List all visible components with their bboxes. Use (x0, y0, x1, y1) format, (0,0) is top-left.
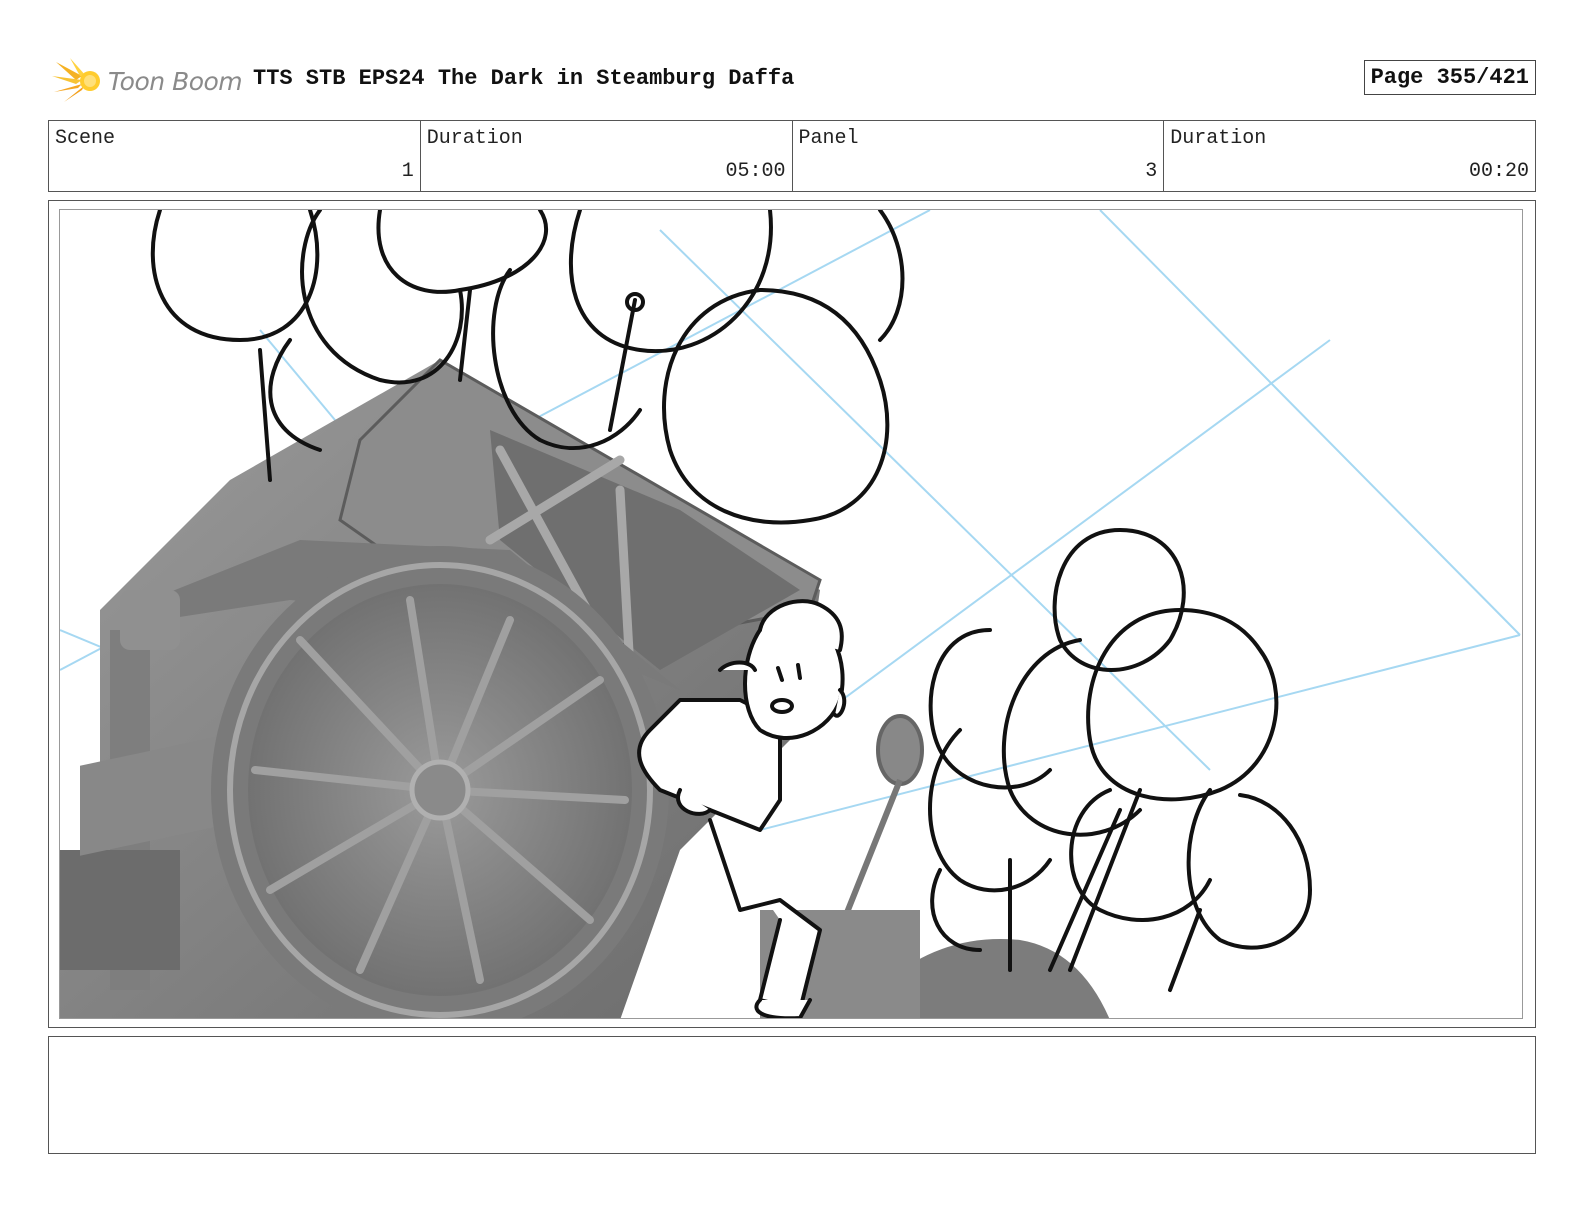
panel-notes-box (48, 1036, 1536, 1154)
scene-duration-value: 05:00 (725, 160, 786, 183)
scene-label: Scene (55, 127, 116, 150)
scene-duration-label: Duration (426, 127, 523, 150)
logo-text: Toon Boom (108, 66, 243, 96)
scene-value: 1 (401, 160, 414, 183)
scene-cell: Scene 1 (49, 121, 421, 191)
sunburst-logo-icon (52, 58, 100, 102)
page-header: Toon Boom TTS STB EPS24 The Dark in Stea… (48, 56, 1536, 106)
toon-boom-logo: Toon Boom (52, 56, 243, 106)
carriage-wheel (211, 546, 669, 1018)
carriage-model (60, 358, 1110, 1018)
storyboard-image (59, 209, 1523, 1019)
panel-info-row: Scene 1 Duration 05:00 Panel 3 Duration … (48, 120, 1536, 192)
page-number: Page 355/421 (1363, 60, 1536, 95)
scene-duration-cell: Duration 05:00 (421, 121, 793, 191)
panel-duration-label: Duration (1170, 127, 1267, 150)
storyboard-drawing (60, 210, 1521, 1018)
balloon-sketch-right (928, 527, 1313, 992)
panel-duration-value: 00:20 (1468, 160, 1529, 183)
panel-duration-cell: Duration 00:20 (1164, 121, 1535, 191)
panel-cell: Panel 3 (793, 121, 1165, 191)
panel-label: Panel (798, 127, 859, 150)
panel-value: 3 (1145, 160, 1158, 183)
document-title: TTS STB EPS24 The Dark in Steamburg Daff… (253, 66, 795, 91)
storyboard-panel-frame (48, 200, 1536, 1028)
